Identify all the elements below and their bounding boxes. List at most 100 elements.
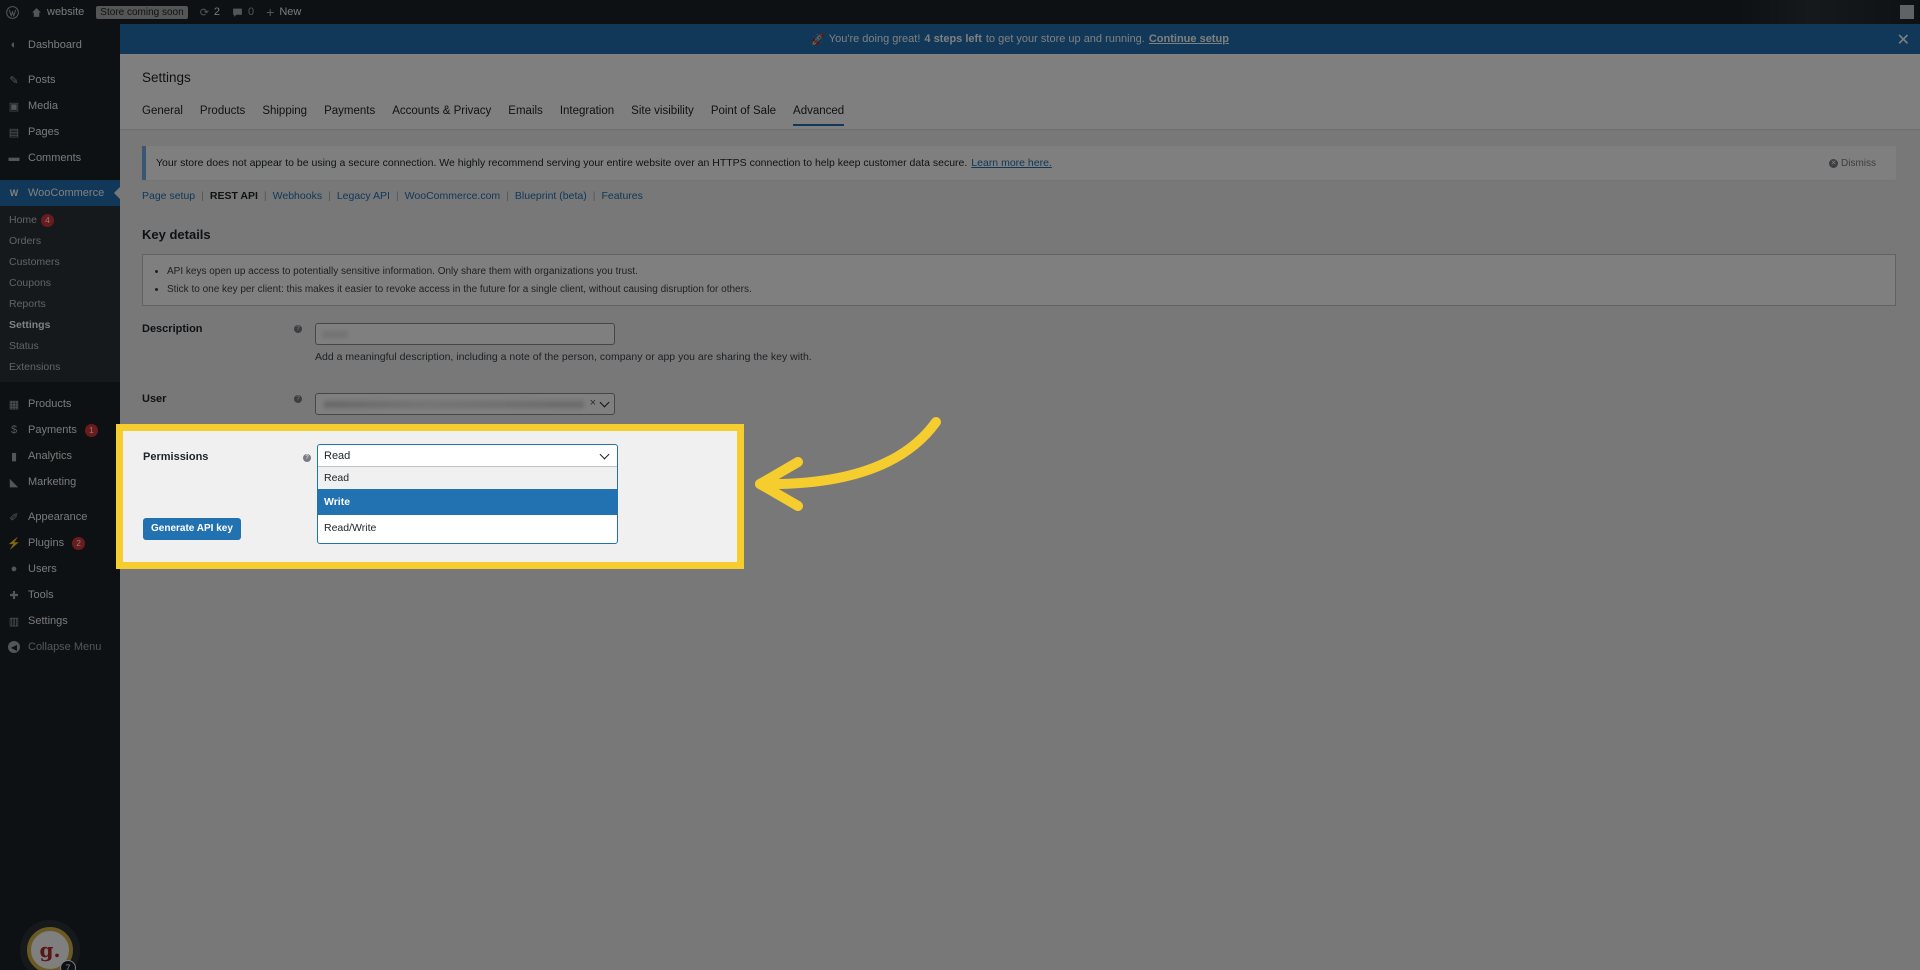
help-icon[interactable]: ?	[303, 454, 311, 462]
submenu-item-settings[interactable]: Settings	[0, 315, 120, 336]
tab-site-visibility[interactable]: Site visibility	[631, 105, 694, 126]
key-details-heading: Key details	[142, 227, 211, 242]
sidebar-item-products[interactable]: ▦ Products	[0, 391, 120, 417]
admin-bar: website Store coming soon ⟳ 2 0 + New	[0, 0, 1920, 24]
sidebar-item-dashboard[interactable]: ◐ Dashboard	[0, 32, 120, 58]
option-write[interactable]: Write	[318, 489, 617, 515]
banner-text: You're doing great!	[828, 33, 921, 45]
plugin-icon: ⚡	[7, 537, 21, 550]
home-count-badge: 4	[41, 214, 55, 227]
description-input[interactable]	[315, 323, 615, 345]
tab-point-of-sale[interactable]: Point of Sale	[711, 105, 776, 126]
sidebar-label: WooCommerce	[28, 187, 105, 199]
chat-widget-button[interactable]: g. 7	[20, 920, 80, 970]
subnav-page-setup[interactable]: Page setup	[142, 190, 195, 202]
dismiss-label: Dismiss	[1841, 157, 1876, 169]
tab-emails[interactable]: Emails	[508, 105, 543, 126]
arrow-annotation-icon	[755, 417, 941, 511]
account-area[interactable]	[1740, 0, 1920, 24]
subnav-legacy-api[interactable]: Legacy API	[337, 190, 390, 202]
updates-count: 2	[213, 6, 221, 18]
blurred-user	[324, 401, 584, 408]
close-icon[interactable]: ✕	[1897, 30, 1910, 50]
site-name-link[interactable]: website	[25, 0, 90, 24]
store-coming-soon-badge[interactable]: Store coming soon	[90, 0, 193, 24]
permissions-select[interactable]: Read Read Write Read/Write	[317, 444, 618, 544]
tab-shipping[interactable]: Shipping	[262, 105, 307, 126]
new-content-link[interactable]: + New	[260, 0, 307, 24]
sidebar-item-settings[interactable]: ▥ Settings	[0, 608, 120, 634]
tab-advanced[interactable]: Advanced	[793, 105, 845, 126]
comments-link[interactable]: 0	[226, 0, 260, 24]
user-select[interactable]: ×	[315, 393, 615, 415]
tab-integration[interactable]: Integration	[560, 105, 614, 126]
sidebar-item-comments[interactable]: ▬ Comments	[0, 145, 120, 171]
blurred-text	[322, 331, 348, 338]
updates-link[interactable]: ⟳ 2	[194, 0, 226, 24]
sidebar-label: Pages	[28, 126, 60, 138]
tab-general[interactable]: General	[142, 105, 183, 126]
settings-content: Your store does not appear to be using a…	[120, 130, 1920, 322]
sidebar-item-posts[interactable]: ✎ Posts	[0, 67, 120, 93]
banner-steps: 4 steps left	[924, 33, 982, 45]
subnav-woocommerce-com[interactable]: WooCommerce.com	[405, 190, 501, 202]
description-label: Description	[142, 323, 203, 335]
dismiss-icon: ✕	[1829, 158, 1838, 168]
admin-sidebar: ◐ Dashboard ✎ Posts ▣ Media ▤ Pages ▬ Comment…	[0, 24, 120, 970]
user-label: User	[142, 393, 167, 405]
submenu-item-reports[interactable]: Reports	[0, 294, 120, 315]
submenu-item-coupons[interactable]: Coupons	[0, 273, 120, 294]
clear-icon[interactable]: ×	[590, 397, 596, 409]
sidebar-label: Products	[28, 398, 72, 410]
key-details-info: API keys open up access to potentially s…	[142, 254, 1896, 306]
store-badge-label: Store coming soon	[96, 5, 188, 19]
sidebar-item-payments[interactable]: $ Payments 1	[0, 417, 120, 443]
submenu-label: Status	[9, 340, 39, 352]
help-icon[interactable]: ?	[294, 325, 302, 333]
submenu-label: Home	[9, 214, 38, 226]
advanced-subnav: Page setup | REST API | Webhooks | Legacy A…	[142, 190, 643, 202]
subnav-features[interactable]: Features	[601, 190, 642, 202]
permissions-current-value[interactable]: Read	[318, 445, 617, 467]
continue-setup-link[interactable]: Continue setup	[1149, 33, 1229, 45]
woocommerce-submenu: Home 4 Orders Customers Coupons Reports S…	[0, 206, 120, 382]
sidebar-item-woocommerce[interactable]: W WooCommerce	[0, 180, 120, 206]
sidebar-item-plugins[interactable]: ⚡ Plugins 2	[0, 530, 120, 556]
sidebar-item-analytics[interactable]: ▮ Analytics	[0, 443, 120, 469]
help-icon[interactable]: ?	[294, 395, 302, 403]
generate-api-key-button[interactable]: Generate API key	[143, 518, 241, 540]
subnav-blueprint[interactable]: Blueprint (beta)	[515, 190, 587, 202]
sidebar-label: Tools	[28, 589, 54, 601]
submenu-item-customers[interactable]: Customers	[0, 252, 120, 273]
sidebar-item-media[interactable]: ▣ Media	[0, 93, 120, 119]
sidebar-item-pages[interactable]: ▤ Pages	[0, 119, 120, 145]
comments-count: 0	[248, 6, 255, 18]
tab-products[interactable]: Products	[200, 105, 245, 126]
page-icon: ▤	[8, 126, 20, 139]
avatar[interactable]	[1900, 5, 1914, 19]
tab-accounts-privacy[interactable]: Accounts & Privacy	[392, 105, 491, 126]
submenu-item-orders[interactable]: Orders	[0, 231, 120, 252]
option-read-write[interactable]: Read/Write	[318, 515, 617, 541]
comment-icon: ▬	[8, 152, 20, 164]
sidebar-item-users[interactable]: ● Users	[0, 556, 120, 582]
dismiss-button[interactable]: ✕ Dismiss	[1829, 158, 1876, 169]
subnav-rest-api[interactable]: REST API	[210, 190, 258, 202]
subnav-webhooks[interactable]: Webhooks	[273, 190, 322, 202]
sidebar-label: Dashboard	[28, 39, 82, 51]
archive-icon: ▦	[8, 398, 20, 411]
sidebar-item-marketing[interactable]: ◣ Marketing	[0, 469, 120, 495]
collapse-menu-button[interactable]: ◀ Collapse Menu	[0, 634, 120, 660]
learn-more-link[interactable]: Learn more here.	[971, 157, 1052, 169]
rocket-icon: 🚀	[811, 33, 825, 46]
sidebar-item-appearance[interactable]: ✐ Appearance	[0, 504, 120, 530]
submenu-item-status[interactable]: Status	[0, 336, 120, 357]
chat-count-badge: 7	[60, 960, 76, 970]
submenu-item-home[interactable]: Home 4	[0, 210, 120, 231]
wp-logo-button[interactable]	[0, 0, 25, 24]
submenu-item-extensions[interactable]: Extensions	[0, 357, 120, 378]
option-read[interactable]: Read	[318, 467, 617, 489]
sidebar-item-tools[interactable]: ✚ Tools	[0, 582, 120, 608]
sidebar-label: Analytics	[28, 450, 73, 462]
tab-payments[interactable]: Payments	[324, 105, 375, 126]
